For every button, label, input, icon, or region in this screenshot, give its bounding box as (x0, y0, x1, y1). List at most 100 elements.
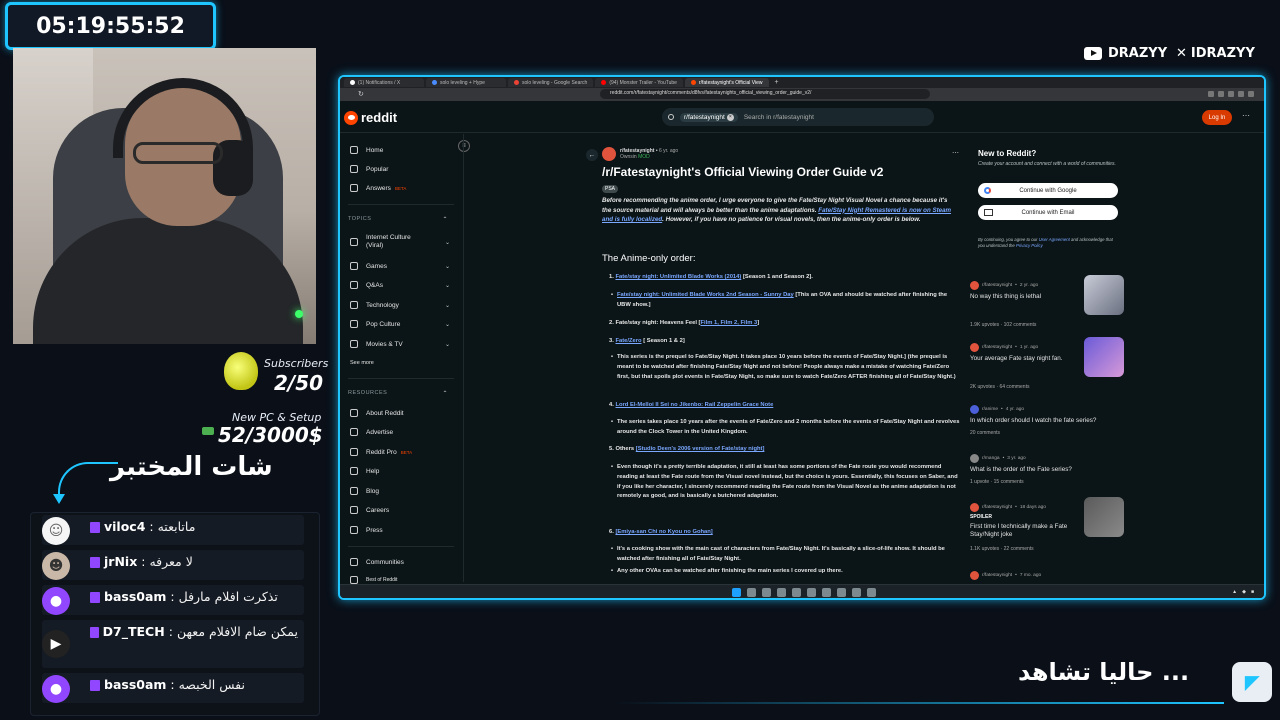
subreddit-icon (970, 454, 979, 463)
topics-header[interactable]: TOPICS ⌃ (348, 216, 448, 223)
resources-header[interactable]: RESOURCES ⌃ (348, 390, 448, 397)
sidebar-item-press[interactable]: Press (350, 526, 450, 534)
sidebar-item-pop-culture[interactable]: Pop Culture ⌄ (350, 320, 450, 328)
list-item: Any other OVAs can be watched after fini… (611, 567, 960, 577)
chat-arrow-decoration (58, 462, 118, 502)
app-icon[interactable] (807, 588, 816, 597)
app-icon[interactable] (822, 588, 831, 597)
login-button[interactable]: Log In (1202, 110, 1232, 125)
sidebar-item-technology[interactable]: Technology ⌄ (350, 301, 450, 309)
arrow-down-icon (53, 494, 65, 504)
sidebar-item-communities[interactable]: Communities (350, 558, 450, 566)
chat-message: ☺ viloc4 : ماتابعته (42, 515, 304, 545)
browser-icon[interactable] (777, 588, 786, 597)
movies-icon (350, 340, 358, 348)
app-icon[interactable] (852, 588, 861, 597)
studio-deen-link[interactable]: [Studio Deen's 2006 version of Fate/stay… (636, 446, 765, 452)
windows-start-icon[interactable] (732, 588, 741, 597)
new-tab-button[interactable]: + (771, 79, 783, 86)
chat-text: لا معرفه (149, 554, 193, 569)
wifi-icon[interactable]: ▲ (1232, 589, 1237, 595)
reload-icon[interactable]: ↻ (358, 90, 364, 98)
emiya-link[interactable]: [Emiya-san Chi no Kyou no Gohan] (615, 529, 712, 535)
sidebar-item-qas[interactable]: Q&As ⌄ (350, 281, 450, 289)
extension-icon[interactable] (1208, 91, 1214, 97)
feed-title: First time I technically make a Fate Sta… (970, 523, 1068, 538)
feed-stats: 1 upvote · 15 comments (970, 479, 1024, 485)
heavens-feel-link[interactable]: Film 1, Film 2, Film 3 (701, 320, 758, 326)
chat-username: bass0am (104, 677, 167, 692)
list-item: 4. Lord El-Melloi II Sei no Jikenbo: Rai… (609, 402, 774, 408)
tab-reddit[interactable]: r/fatestaynight's Official View (684, 78, 769, 87)
folder-icon[interactable] (762, 588, 771, 597)
post-options-icon[interactable]: ⋯ (952, 149, 959, 157)
sidebar-item-about[interactable]: About Reddit (350, 409, 450, 417)
divider (348, 378, 454, 379)
signup-description: Create your account and connect with a w… (978, 161, 1116, 167)
list-item: 1. Fate/stay night: Unlimited Blade Work… (609, 274, 813, 280)
search-community-chip[interactable]: r/fatestaynight × (680, 112, 738, 122)
search-input[interactable]: r/fatestaynight × Search in r/fatestayni… (662, 108, 934, 126)
extension-icon[interactable] (1238, 91, 1244, 97)
app-icon[interactable] (867, 588, 876, 597)
sidebar-item-answers[interactable]: Answers BETA (350, 184, 450, 192)
section-heading: The Anime-only order: (602, 253, 696, 264)
list-item: Fate/stay night: Unlimited Blade Works 2… (611, 291, 960, 311)
sidebar-item-help[interactable]: Help (350, 467, 450, 475)
sidebar-item-home[interactable]: Home (350, 146, 450, 154)
blog-icon (350, 487, 358, 495)
chevron-down-icon: ⌄ (444, 239, 450, 246)
channel-logo-icon: ◤ (1232, 662, 1272, 702)
extension-icon[interactable] (1228, 91, 1234, 97)
technology-icon (350, 301, 358, 309)
sidebar-item-blog[interactable]: Blog (350, 487, 450, 495)
list-item: 6. [Emiya-san Chi no Kyou no Gohan] (609, 529, 713, 535)
subreddit-avatar[interactable] (602, 147, 616, 161)
subs-count: 2/50 (274, 371, 324, 395)
sunny-day-link[interactable]: Fate/stay night: Unlimited Blade Works 2… (617, 292, 794, 298)
list-item: 5. Others [Studio Deen's 2006 version of… (609, 446, 765, 452)
see-more-link[interactable]: See more (350, 360, 450, 366)
app-icon[interactable] (837, 588, 846, 597)
sidebar-item-advertise[interactable]: Advertise (350, 428, 450, 436)
sidebar-item-reddit-pro[interactable]: Reddit Pro BETA (350, 448, 450, 456)
sidebar-item-popular[interactable]: Popular (350, 165, 450, 173)
privacy-policy-link[interactable]: Privacy Policy (1016, 243, 1043, 248)
continue-email-button[interactable]: Continue with Email (978, 205, 1118, 220)
user-agreement-link[interactable]: User Agreement (1039, 237, 1070, 242)
feed-stats: 1.9K upvotes · 102 comments (970, 322, 1037, 328)
subs-label: Subscribers (264, 357, 329, 370)
battery-icon[interactable]: ■ (1251, 589, 1254, 595)
volume-icon[interactable]: ◆ (1242, 589, 1246, 595)
close-icon[interactable]: × (726, 113, 734, 121)
el-melloi-link[interactable]: Lord El-Melloi II Sei no Jikenbo: Rail Z… (615, 402, 773, 408)
more-options-icon[interactable]: ⋯ (1242, 111, 1250, 120)
back-arrow-icon[interactable]: ← (586, 149, 598, 161)
extension-icon[interactable] (1218, 91, 1224, 97)
search-placeholder: Search in r/fatestaynight (743, 113, 814, 121)
reddit-logo[interactable]: reddit (344, 110, 397, 125)
chat-title: شات المختبر (110, 452, 273, 482)
feed-thumbnail (1084, 497, 1124, 537)
sidebar-item-movies-tv[interactable]: Movies & TV ⌄ (350, 340, 450, 348)
chat-username: jrNix (104, 554, 138, 569)
tab-x[interactable]: (1) Notifications / X (344, 78, 424, 87)
chevron-up-icon: ⌃ (442, 217, 448, 223)
tab-hype[interactable]: solo leveling + Hype (426, 78, 506, 87)
sidebar-item-games[interactable]: Games ⌄ (350, 262, 450, 270)
home-icon (350, 146, 358, 154)
profile-icon[interactable] (1248, 91, 1254, 97)
sidebar-item-careers[interactable]: Careers (350, 506, 450, 514)
tab-google[interactable]: solo leveling - Google Search (508, 78, 594, 87)
fate-zero-link[interactable]: Fate/Zero (615, 338, 641, 344)
post-author[interactable]: Ownsin MOD (620, 154, 650, 160)
sidebar-item-best-of[interactable]: Best of Reddit (350, 576, 450, 584)
search-icon[interactable] (747, 588, 756, 597)
ubw-link[interactable]: Fate/stay night: Unlimited Blade Works (… (615, 274, 741, 280)
subreddit-icon (970, 503, 979, 512)
app-icon[interactable] (792, 588, 801, 597)
continue-google-button[interactable]: Continue with Google (978, 183, 1118, 198)
tab-youtube[interactable]: (94) Monster Trailer - YouTube (595, 78, 683, 87)
sidebar-item-internet-culture[interactable]: Internet Culture (Viral) ⌄ (350, 234, 450, 250)
chat-username: D7_TECH (102, 624, 165, 639)
